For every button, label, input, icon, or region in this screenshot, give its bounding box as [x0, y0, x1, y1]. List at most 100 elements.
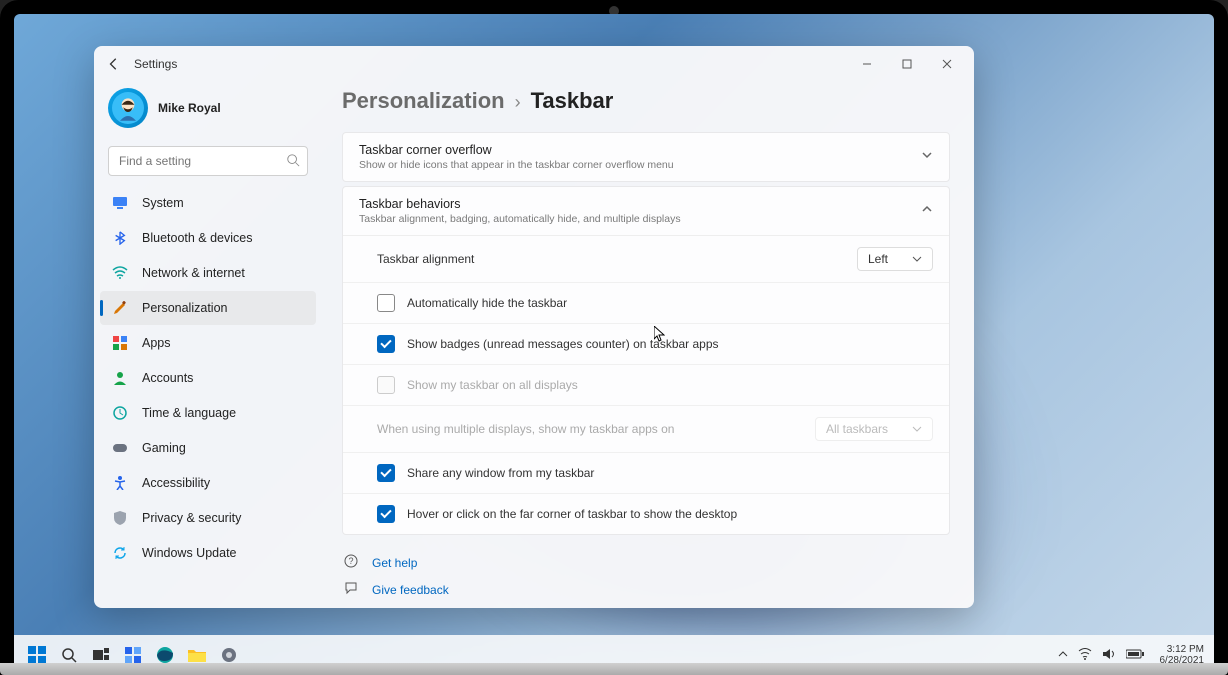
search-input[interactable] — [108, 146, 308, 176]
apps-icon — [112, 335, 128, 351]
setting-label: Hover or click on the far corner of task… — [407, 507, 933, 521]
nav-label: Windows Update — [142, 546, 237, 560]
close-icon — [942, 59, 952, 69]
sidebar: Mike Royal System Bluetooth & d — [94, 82, 322, 608]
breadcrumb: Personalization › Taskbar — [342, 88, 950, 114]
monitor-icon — [112, 195, 128, 211]
nav-apps[interactable]: Apps — [100, 326, 316, 360]
bluetooth-icon — [112, 230, 128, 246]
card-body-behaviors: Taskbar alignment Left Automatically hid… — [343, 235, 949, 534]
gear-icon — [221, 647, 237, 663]
checkbox-badges[interactable] — [377, 335, 395, 353]
avatar-person-icon — [112, 92, 144, 124]
nav-bluetooth[interactable]: Bluetooth & devices — [100, 221, 316, 255]
help-icon: ? — [344, 554, 360, 571]
card-header-behaviors[interactable]: Taskbar behaviors Taskbar alignment, bad… — [343, 187, 949, 235]
link-label: Get help — [372, 556, 417, 570]
row-badges: Show badges (unread messages counter) on… — [343, 324, 949, 365]
nav-gaming[interactable]: Gaming — [100, 431, 316, 465]
main-content: Personalization › Taskbar Taskbar corner… — [322, 82, 974, 608]
tray-battery[interactable] — [1126, 649, 1144, 662]
card-title: Taskbar behaviors — [359, 197, 681, 211]
checkbox-peek-desktop[interactable] — [377, 505, 395, 523]
accessibility-icon — [112, 475, 128, 491]
row-multi-display-apps: When using multiple displays, show my ta… — [343, 406, 949, 453]
setting-label: Show my taskbar on all displays — [407, 378, 933, 392]
tray-overflow-button[interactable] — [1058, 649, 1068, 662]
nav-label: Gaming — [142, 441, 186, 455]
tray-wifi[interactable] — [1078, 648, 1092, 663]
row-peek-desktop: Hover or click on the far corner of task… — [343, 494, 949, 534]
nav-label: Accounts — [142, 371, 193, 385]
nav-time[interactable]: Time & language — [100, 396, 316, 430]
checkbox-share-window[interactable] — [377, 464, 395, 482]
link-get-help[interactable]: ? Get help — [342, 549, 950, 576]
setting-label: Taskbar alignment — [377, 252, 857, 266]
settings-window: Settings — [94, 46, 974, 608]
nav-personalization[interactable]: Personalization — [100, 291, 316, 325]
gamepad-icon — [112, 440, 128, 456]
back-button[interactable] — [102, 52, 126, 76]
profile-name: Mike Royal — [158, 101, 221, 115]
windows-logo-icon — [28, 646, 46, 664]
card-subtitle: Show or hide icons that appear in the ta… — [359, 159, 674, 171]
titlebar: Settings — [94, 46, 974, 82]
minimize-button[interactable] — [848, 50, 886, 78]
setting-label: Automatically hide the taskbar — [407, 296, 933, 310]
breadcrumb-parent[interactable]: Personalization — [342, 88, 505, 114]
nav-label: Network & internet — [142, 266, 245, 280]
nav-label: Time & language — [142, 406, 236, 420]
svg-text:?: ? — [348, 556, 353, 566]
folder-icon — [188, 648, 206, 662]
search-icon — [286, 153, 300, 167]
profile[interactable]: Mike Royal — [100, 82, 316, 142]
tray-time: 3:12 PM — [1160, 644, 1205, 656]
wifi-icon — [1078, 648, 1092, 660]
dropdown-multi-display-apps: All taskbars — [815, 417, 933, 441]
window-controls — [848, 50, 966, 78]
update-icon — [112, 545, 128, 561]
row-multi-display: Show my taskbar on all displays — [343, 365, 949, 406]
widgets-icon — [125, 647, 141, 663]
card-subtitle: Taskbar alignment, badging, automaticall… — [359, 213, 681, 225]
paintbrush-icon — [112, 300, 128, 316]
checkbox-autohide[interactable] — [377, 294, 395, 312]
close-button[interactable] — [928, 50, 966, 78]
card-taskbar-behaviors: Taskbar behaviors Taskbar alignment, bad… — [342, 186, 950, 535]
nav-label: Personalization — [142, 301, 227, 315]
nav-network[interactable]: Network & internet — [100, 256, 316, 290]
link-label: Give feedback — [372, 583, 449, 597]
nav-update[interactable]: Windows Update — [100, 536, 316, 570]
shield-icon — [112, 510, 128, 526]
edge-icon — [156, 646, 174, 664]
nav-system[interactable]: System — [100, 186, 316, 220]
speaker-icon — [1102, 648, 1116, 660]
nav-accessibility[interactable]: Accessibility — [100, 466, 316, 500]
person-icon — [112, 370, 128, 386]
dropdown-value: All taskbars — [826, 422, 888, 436]
avatar — [108, 88, 148, 128]
dropdown-alignment[interactable]: Left — [857, 247, 933, 271]
chevron-down-icon — [921, 148, 933, 166]
nav-accounts[interactable]: Accounts — [100, 361, 316, 395]
battery-icon — [1126, 649, 1144, 659]
card-title: Taskbar corner overflow — [359, 143, 674, 157]
link-give-feedback[interactable]: Give feedback — [342, 576, 950, 603]
nav-label: Accessibility — [142, 476, 210, 490]
feedback-icon — [344, 581, 360, 598]
setting-label: Share any window from my taskbar — [407, 466, 933, 480]
nav-privacy[interactable]: Privacy & security — [100, 501, 316, 535]
card-header-overflow[interactable]: Taskbar corner overflow Show or hide ico… — [343, 133, 949, 181]
wifi-icon — [112, 265, 128, 281]
card-corner-overflow: Taskbar corner overflow Show or hide ico… — [342, 132, 950, 182]
chevron-right-icon: › — [515, 92, 521, 113]
tray-volume[interactable] — [1102, 648, 1116, 663]
row-autohide: Automatically hide the taskbar — [343, 283, 949, 324]
row-share-window: Share any window from my taskbar — [343, 453, 949, 494]
arrow-left-icon — [107, 57, 121, 71]
taskview-icon — [93, 648, 109, 662]
clock-globe-icon — [112, 405, 128, 421]
maximize-button[interactable] — [888, 50, 926, 78]
minimize-icon — [862, 59, 872, 69]
laptop-base — [0, 663, 1228, 675]
